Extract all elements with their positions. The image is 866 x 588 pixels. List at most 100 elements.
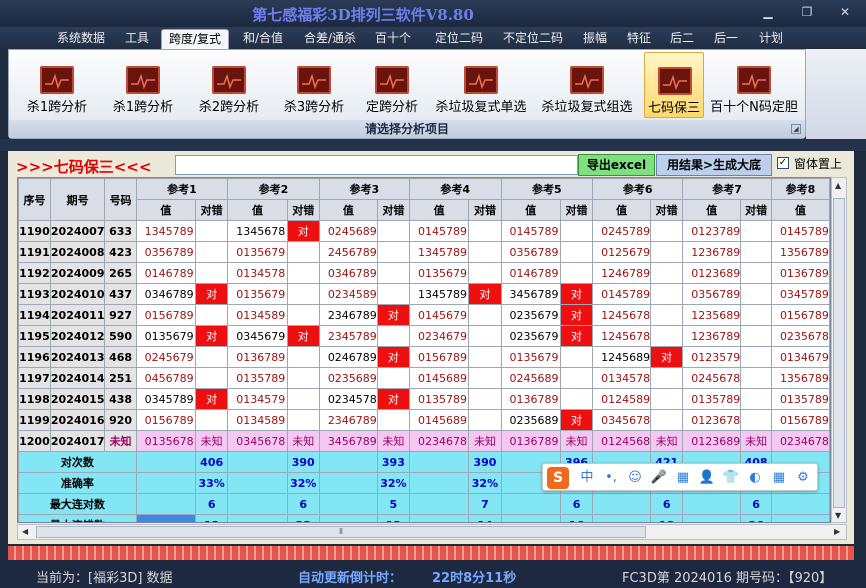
ref-group-header[interactable]: 参考7 — [682, 178, 772, 200]
table-row[interactable]: 1193 2024010 437 0346789 对 0135679 0234589 1345… — [18, 283, 830, 305]
value-subheader[interactable]: 值 — [227, 199, 288, 221]
column-header-0[interactable]: 序号 — [18, 178, 51, 221]
ribbon-button-6[interactable]: 杀垃圾复式组选 — [537, 52, 637, 118]
menu-10[interactable]: 后二 — [668, 29, 696, 49]
menu-1[interactable]: 工具 — [122, 29, 152, 49]
menu-0[interactable]: 系统数据 — [56, 29, 106, 49]
ime-icon-1[interactable]: •, — [601, 468, 621, 488]
export-excel-button[interactable]: 导出excel — [578, 154, 655, 176]
ribbon-button-3[interactable]: 杀3跨分析 — [274, 52, 354, 118]
ribbon-expand-icon[interactable]: ◢ — [791, 124, 801, 134]
menu-7[interactable]: 不定位二码 — [500, 29, 566, 49]
scroll-down-icon[interactable]: ▼ — [835, 511, 841, 520]
cell-value: 0235689 — [500, 409, 561, 431]
row-id: 1195 — [18, 325, 51, 347]
ribbon-button-8[interactable]: 百十个N码定胆 — [709, 52, 799, 118]
result-subheader[interactable]: 对错 — [286, 199, 320, 221]
table-row[interactable]: 1196 2024013 468 0245679 0136789 0246789 对 0156… — [18, 346, 830, 368]
value-subheader[interactable]: 值 — [500, 199, 561, 221]
scroll-left-icon[interactable]: ◀ — [22, 527, 28, 536]
cell-result — [468, 367, 502, 389]
ime-icon-8[interactable]: ▦ — [769, 468, 789, 488]
result-subheader[interactable]: 对错 — [650, 199, 684, 221]
ime-icon-4[interactable]: ▦ — [673, 468, 693, 488]
value-subheader[interactable]: 值 — [592, 199, 652, 221]
result-subheader[interactable]: 对错 — [559, 199, 594, 221]
result-subheader[interactable]: 对错 — [195, 199, 229, 221]
ref-group-header[interactable]: 参考1 — [135, 178, 229, 200]
cell-result — [559, 262, 594, 284]
ime-icon-2[interactable]: ☺ — [625, 468, 645, 488]
minimize-button[interactable]: ▁ — [753, 4, 783, 21]
table-row[interactable]: 1195 2024012 590 0135679 对 0345679 对 2345789 023… — [18, 325, 830, 347]
table-row[interactable]: 1191 2024008 423 0356789 0135679 2456789 13457… — [18, 241, 830, 263]
cell-value: 0346789 — [135, 283, 197, 305]
value-subheader[interactable]: 值 — [408, 199, 470, 221]
horizontal-scroll-thumb[interactable]: ⦀ — [36, 526, 646, 538]
ime-icon-5[interactable]: 👤 — [697, 468, 717, 488]
ref-group-header[interactable]: 参考3 — [318, 178, 410, 200]
menu-11[interactable]: 后一 — [712, 29, 740, 49]
result-subheader[interactable]: 对错 — [376, 199, 410, 221]
value-subheader[interactable]: 值 — [135, 199, 197, 221]
result-subheader[interactable]: 对错 — [740, 199, 772, 221]
table-row[interactable]: 1190 2024007 633 1345789 1345678 对 0245689 0145… — [18, 220, 830, 242]
value-subheader[interactable]: 值 — [318, 199, 378, 221]
ref-group-header[interactable]: 参考8 — [770, 178, 830, 200]
menu-5[interactable]: 百十个 — [375, 29, 411, 49]
menu-2[interactable]: 跨度/复式 — [161, 29, 229, 49]
ribbon-button-4[interactable]: 定跨分析 — [359, 52, 425, 118]
menu-6[interactable]: 定位二码 — [433, 29, 485, 49]
value-subheader[interactable]: 值 — [682, 199, 742, 221]
ime-toolbar[interactable]: S 中 •, ☺ 🎤 ▦ 👤 👕 ◐ ▦ ⚙ — [542, 463, 818, 491]
restore-button[interactable]: ❐ — [792, 4, 822, 21]
ime-logo-icon[interactable]: S — [547, 467, 569, 489]
ribbon-button-0[interactable]: 杀1跨分析 — [17, 52, 97, 118]
row-number: 437 — [104, 283, 137, 305]
vertical-scrollbar[interactable]: ▲ ▼ — [831, 177, 847, 523]
ref-group-header[interactable]: 参考5 — [500, 178, 594, 200]
column-header-1[interactable]: 期号 — [49, 178, 106, 221]
generate-base-button[interactable]: 用结果>生成大底 — [656, 154, 772, 176]
menu-9[interactable]: 特征 — [624, 29, 654, 49]
ime-icon-6[interactable]: 👕 — [721, 468, 741, 488]
ref-group-header[interactable]: 参考6 — [592, 178, 684, 200]
always-on-top-checkbox[interactable]: ✓ — [777, 157, 789, 169]
scroll-up-icon[interactable]: ▲ — [835, 181, 841, 190]
menu-4[interactable]: 合差/通杀 — [301, 29, 359, 49]
table-row[interactable]: 1199 2024016 920 0156789 0134589 2346789 01456… — [18, 409, 830, 431]
ribbon-button-7[interactable]: 七码保三 — [644, 52, 704, 118]
table-row[interactable]: 1200 2024017 未知 0135678 未知 0345678 未知 3456789 未知… — [18, 430, 830, 452]
value-subheader[interactable]: 值 — [770, 199, 830, 221]
table-row[interactable]: 1197 2024014 251 0456789 0135789 0235689 01456… — [18, 367, 830, 389]
ribbon-button-1[interactable]: 杀1跨分析 — [103, 52, 183, 118]
menu-12[interactable]: 计划 — [757, 29, 785, 49]
cell-result: 未知 — [559, 430, 594, 452]
vertical-scroll-thumb[interactable] — [833, 198, 845, 508]
result-subheader[interactable]: 对错 — [468, 199, 502, 221]
ime-icon-0[interactable]: 中 — [577, 468, 597, 488]
result-input[interactable] — [175, 155, 578, 175]
app-title: 第七感福彩3D排列三软件V8.80 — [252, 6, 474, 24]
stats-spacer — [592, 514, 652, 522]
ref-group-header[interactable]: 参考2 — [227, 178, 320, 200]
menu-3[interactable]: 和/合值 — [240, 29, 286, 49]
table-row[interactable]: 1198 2024015 438 0345789 对 0134579 0234578 对 013… — [18, 388, 830, 410]
scroll-right-icon[interactable]: ▶ — [834, 527, 840, 536]
ime-icon-3[interactable]: 🎤 — [649, 468, 669, 488]
menu-8[interactable]: 振幅 — [580, 29, 610, 49]
cell-value: 0135679 — [500, 346, 561, 368]
cell-value: 0134589 — [227, 409, 288, 431]
ribbon-group-caption: 请选择分析项目 — [9, 120, 805, 138]
ribbon-button-2[interactable]: 杀2跨分析 — [189, 52, 269, 118]
ime-icon-9[interactable]: ⚙ — [793, 468, 813, 488]
horizontal-scrollbar[interactable]: ◀ ⦀ ▶ — [17, 524, 847, 540]
ribbon-button-5[interactable]: 杀垃圾复式单选 — [431, 52, 531, 118]
cell-result — [286, 262, 320, 284]
ime-icon-7[interactable]: ◐ — [745, 468, 765, 488]
close-button[interactable]: ✕ — [830, 4, 860, 21]
table-row[interactable]: 1194 2024011 927 0156789 0134589 2346789 对 0145… — [18, 304, 830, 326]
column-header-2[interactable]: 号码 — [104, 178, 137, 221]
ref-group-header[interactable]: 参考4 — [408, 178, 502, 200]
table-row[interactable]: 1192 2024009 265 0146789 0134578 0346789 01356… — [18, 262, 830, 284]
